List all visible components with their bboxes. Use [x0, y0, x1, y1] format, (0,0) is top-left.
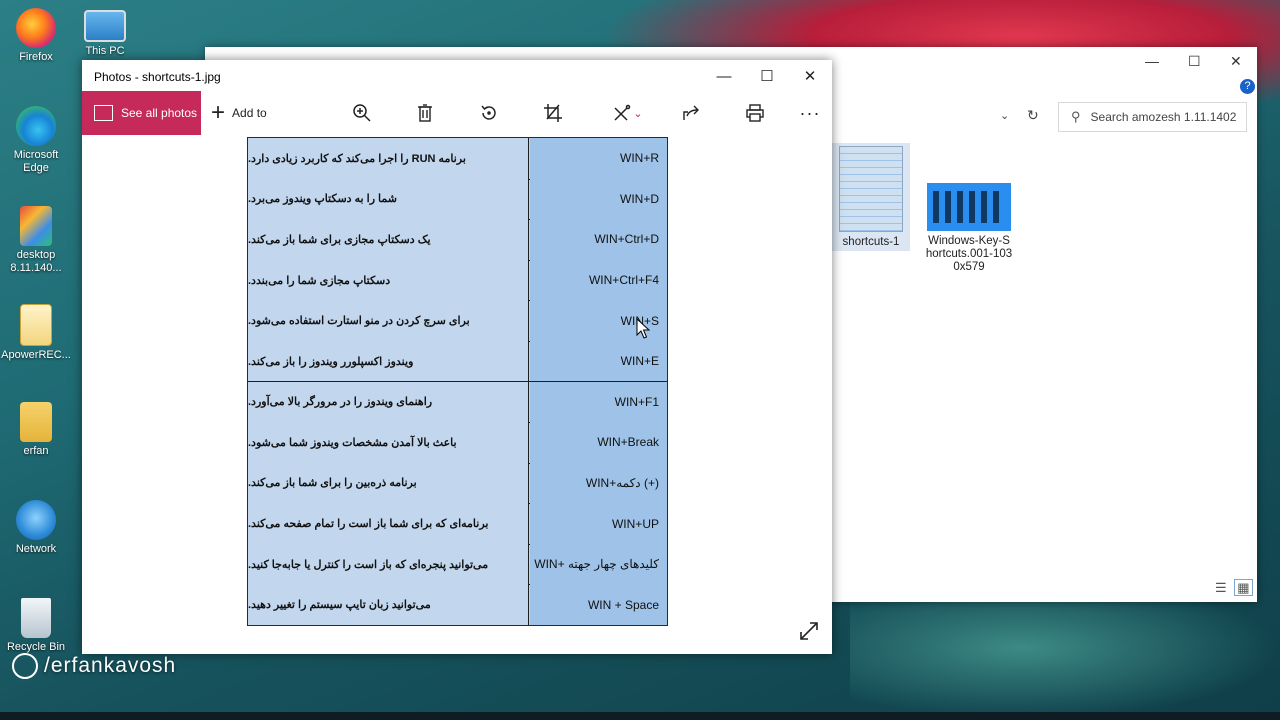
file-item-windows-key-shortcuts[interactable]: Windows-Key-Shortcuts.001-1030x579 [923, 183, 1015, 274]
zoom-in-icon[interactable] [349, 101, 375, 125]
shortcut-key: WIN+UP [530, 503, 667, 544]
add-to-button[interactable]: + Add to [211, 91, 267, 135]
shortcut-description: ویندوز اکسپلورر ویندوز را باز می‌کند. [248, 340, 529, 382]
photos-titlebar[interactable]: Photos - shortcuts-1.jpg — ☐ ✕ [82, 60, 832, 91]
table-row: برای سرچ کردن در منو استارت استفاده می‌ش… [248, 300, 667, 342]
image-thumbnail [839, 146, 903, 232]
shortcut-description: شما را به دسکتاپ ویندوز می‌برد. [248, 178, 529, 220]
instagram-icon [12, 653, 38, 679]
shortcut-key: WIN+F1 [530, 381, 667, 423]
table-row: باعث بالا آمدن مشخصات ویندوز شما می‌شود.… [248, 422, 667, 464]
shortcut-key: WIN+Break [530, 422, 667, 463]
table-row: دسکتاپ مجازی شما را می‌بندد. WIN+Ctrl+F4 [248, 259, 667, 302]
photos-icon [94, 105, 113, 121]
folder-icon [20, 304, 52, 346]
view-toggle[interactable]: ☰ ▦ [1215, 579, 1253, 596]
maximize-button[interactable]: ☐ [752, 64, 782, 88]
print-icon[interactable] [742, 101, 768, 125]
shortcut-key: WIN+Ctrl+D [530, 219, 667, 260]
desktop-icon-erfan[interactable]: erfan [0, 402, 72, 458]
chevron-down-icon[interactable]: ⌄ [630, 101, 646, 125]
search-icon: ⚲ [1071, 109, 1081, 124]
mouse-cursor [636, 318, 650, 339]
see-all-photos-button[interactable]: See all photos [82, 91, 201, 135]
fullscreen-icon[interactable] [798, 620, 820, 642]
close-button[interactable]: ✕ [795, 64, 825, 88]
shortcut-description: برنامه‌ای که برای شما باز است را تمام صف… [248, 503, 529, 544]
taskbar [0, 712, 1280, 720]
close-icon[interactable]: ✕ [1230, 53, 1242, 70]
shortcut-description: باعث بالا آمدن مشخصات ویندوز شما می‌شود. [248, 422, 529, 463]
shortcut-key: WIN+Ctrl+F4 [530, 259, 667, 301]
image-thumbnail [927, 183, 1011, 231]
shortcut-description: برای سرچ کردن در منو استارت استفاده می‌ش… [248, 300, 529, 341]
shortcut-description: می‌توانید پنجره‌ای که باز است را کنترل ی… [248, 543, 529, 585]
table-row: می‌توانید زبان تایپ سیستم را تغییر دهید.… [248, 584, 667, 625]
table-row: یک دسکتاپ مجازی برای شما باز می‌کند. WIN+… [248, 219, 667, 261]
network-icon [16, 500, 56, 540]
watermark: /erfankavosh [12, 653, 176, 679]
details-view-icon[interactable]: ☰ [1215, 580, 1227, 595]
shortcut-key: WIN + Space [530, 584, 667, 625]
more-options-icon[interactable]: ··· [797, 101, 823, 125]
recycle-bin-icon [21, 598, 51, 638]
table-row: ویندوز اکسپلورر ویندوز را باز می‌کند. WIN… [248, 340, 667, 383]
plus-icon: + [211, 99, 226, 126]
photo-canvas: برنامه RUN را اجرا می‌کند که کاربرد زیاد… [247, 137, 668, 626]
shortcut-key: WIN+D [530, 178, 667, 220]
firefox-icon [16, 8, 56, 48]
chevron-down-icon[interactable]: ⌄ [1000, 109, 1009, 122]
winrar-icon [20, 206, 52, 246]
table-row: برنامه‌ای که برای شما باز است را تمام صف… [248, 503, 667, 545]
desktop-icon-recycle-bin[interactable]: Recycle Bin [0, 598, 72, 654]
table-row: برنامه RUN را اجرا می‌کند که کاربرد زیاد… [248, 138, 667, 180]
shortcut-key: WIN+دکمه (+) [530, 462, 667, 504]
wallpaper-leaf [850, 600, 1280, 720]
shortcut-description: یک دسکتاپ مجازی برای شما باز می‌کند. [248, 219, 529, 260]
file-item-shortcuts-1[interactable]: shortcuts-1 [832, 143, 910, 251]
minimize-icon[interactable]: — [1145, 53, 1159, 69]
large-icons-view-icon[interactable]: ▦ [1234, 579, 1253, 596]
maximize-icon[interactable]: ☐ [1188, 53, 1201, 70]
edge-icon [16, 106, 56, 146]
desktop-icon-apowerrec[interactable]: ApowerREC... [0, 304, 72, 362]
desktop-icon-edge[interactable]: Microsoft Edge [0, 106, 72, 175]
desktop-icon-network[interactable]: Network [0, 500, 72, 556]
shortcut-description: برنامه RUN را اجرا می‌کند که کاربرد زیاد… [248, 138, 529, 179]
shortcut-description: برنامه ذره‌بین را برای شما باز می‌کند. [248, 462, 529, 504]
shortcut-description: دسکتاپ مجازی شما را می‌بندد. [248, 259, 529, 301]
refresh-icon[interactable]: ↻ [1027, 107, 1039, 124]
shortcut-key: WIN+ کلیدهای چهار جهته [530, 543, 667, 585]
search-input[interactable]: ⚲ Search amozesh 1.11.1402 [1058, 102, 1247, 132]
rotate-icon[interactable] [476, 101, 502, 125]
photos-toolbar: See all photos + Add to ⌄ ··· [82, 91, 832, 135]
shortcut-key: WIN+R [530, 138, 667, 179]
user-folder-icon [20, 402, 52, 442]
desktop-icon-desktop-folder[interactable]: desktop 8.11.140... [0, 206, 72, 275]
window-title: Photos - shortcuts-1.jpg [94, 70, 221, 84]
table-row: برنامه ذره‌بین را برای شما باز می‌کند. WI… [248, 462, 667, 505]
desktop-icon-firefox[interactable]: Firefox [0, 8, 72, 64]
monitor-icon [84, 10, 126, 42]
table-row: شما را به دسکتاپ ویندوز می‌برد. WIN+D [248, 178, 667, 221]
share-icon[interactable] [678, 101, 704, 125]
shortcut-key: WIN+E [530, 340, 667, 382]
crop-icon[interactable] [540, 101, 566, 125]
table-row: راهنمای ویندوز را در مرورگر بالا می‌آورد… [248, 381, 667, 424]
desktop-icon-this-pc[interactable]: This PC [70, 10, 140, 57]
shortcut-description: می‌توانید زبان تایپ سیستم را تغییر دهید. [248, 584, 529, 625]
help-icon[interactable]: ? [1240, 79, 1255, 94]
table-row: می‌توانید پنجره‌ای که باز است را کنترل ی… [248, 543, 667, 586]
minimize-button[interactable]: — [709, 64, 739, 88]
shortcut-description: راهنمای ویندوز را در مرورگر بالا می‌آورد… [248, 381, 529, 423]
delete-icon[interactable] [412, 101, 438, 125]
